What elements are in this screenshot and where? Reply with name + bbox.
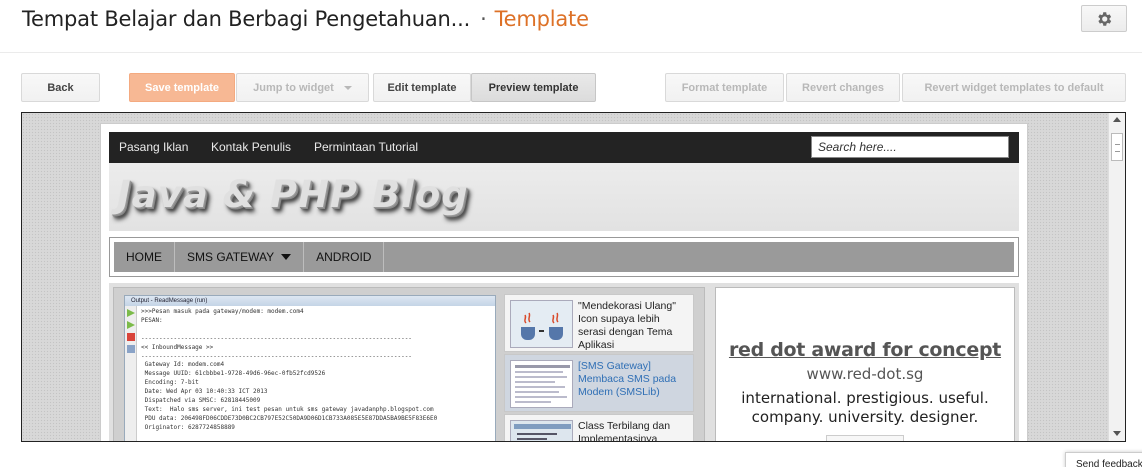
blog-logo[interactable]: Java & PHP Blog [117,173,469,216]
stop-icon [127,333,135,341]
output-text: >>>Pesan masuk pada gateway/modem: modem… [141,308,438,431]
stats-icon [127,345,135,353]
nav-item-sms-gateway-label: SMS GATEWAY [187,250,275,264]
output-window-title: Output - ReadMessage (run) [125,296,495,306]
rerun-icon [127,321,135,329]
blog-search-input[interactable]: Search here.... [811,136,1009,158]
edit-template-button[interactable]: Edit template [373,73,471,102]
blog-preview: Pasang Iklan Kontak Penulis Permintaan T… [100,123,1028,442]
save-template-button[interactable]: Save template [129,73,235,102]
title-separator: · [480,7,487,31]
document-icon [511,361,572,407]
slider-item-selected[interactable]: [SMS Gateway] Membaca SMS pada Modem (SM… [504,354,694,412]
nav-link-permintaan-tutorial[interactable]: Permintaan Tutorial [314,140,418,154]
jump-to-widget-label: Jump to widget [253,81,334,94]
blog-content: Output - ReadMessage (run) >>>Pesan masu… [109,283,1019,442]
java-cup-icon [511,301,572,347]
gear-icon [1098,11,1112,26]
revert-changes-button[interactable]: Revert changes [786,73,900,102]
slider-item-image [510,420,573,441]
preview-scrollbar[interactable] [1108,113,1125,441]
blog-title: Tempat Belajar dan Berbagi Pengetahuan..… [22,7,471,31]
ad-text-line-1: international. prestigious. useful. [741,389,989,407]
nav-item-home[interactable]: HOME [114,242,175,272]
code-window-icon [511,421,572,441]
jump-to-widget-dropdown[interactable]: Jump to widget [236,73,369,102]
settings-button[interactable] [1081,5,1127,32]
revert-widget-templates-button[interactable]: Revert widget templates to default [902,73,1126,102]
ad-url[interactable]: www.red-dot.sg [716,365,1014,383]
output-toolbar [125,306,137,441]
back-button[interactable]: Back [21,73,100,102]
scroll-up-arrow-icon[interactable] [1113,117,1121,122]
slider-item-title: "Mendekorasi Ulang" Icon supaya lebih se… [578,300,676,351]
scroll-down-arrow-icon[interactable] [1113,431,1121,436]
nav-link-kontak-penulis[interactable]: Kontak Penulis [211,140,291,154]
featured-image[interactable]: Output - ReadMessage (run) >>>Pesan masu… [124,295,496,441]
slider-item-title: Class Terbilang dan Implementasinya [578,420,671,442]
nav-item-android[interactable]: ANDROID [304,242,385,272]
slider-item-image [510,360,573,408]
ad-button[interactable] [826,435,904,441]
blog-header: Java & PHP Blog [109,163,1019,231]
page-title: Tempat Belajar dan Berbagi Pengetahuan..… [22,7,589,31]
header-divider [0,52,1142,53]
slider-item[interactable]: "Mendekorasi Ulang" Icon supaya lebih se… [504,294,694,352]
scrollbar-thumb[interactable] [1111,133,1123,161]
format-template-button[interactable]: Format template [665,73,784,102]
ad-panel[interactable]: red dot award for concept www.red-dot.sg… [715,287,1015,441]
ad-headline[interactable]: red dot award for concept [716,339,1014,361]
chevron-down-icon [343,85,352,90]
blog-main-nav: HOME SMS GATEWAY ANDROID [109,237,1019,277]
featured-slider: Output - ReadMessage (run) >>>Pesan masu… [113,287,705,442]
section-title: Template [494,7,589,31]
main-nav-bar: HOME SMS GATEWAY ANDROID [114,242,1014,272]
blog-top-nav: Pasang Iklan Kontak Penulis Permintaan T… [109,132,1019,163]
nav-link-pasang-iklan[interactable]: Pasang Iklan [119,140,188,154]
nav-item-sms-gateway[interactable]: SMS GATEWAY [175,242,305,272]
preview-template-button[interactable]: Preview template [471,73,596,102]
run-icon [127,309,135,317]
slider-item-title: [SMS Gateway] Membaca SMS pada Modem (SM… [578,360,677,398]
send-feedback-button[interactable]: Send feedback [1065,452,1142,467]
ad-text-line-2: company. university. designer. [751,408,979,426]
slider-item[interactable]: Class Terbilang dan Implementasinya [504,414,694,442]
template-preview-frame: Pasang Iklan Kontak Penulis Permintaan T… [21,112,1126,442]
slider-item-image [510,300,573,348]
caret-down-icon [281,254,292,260]
